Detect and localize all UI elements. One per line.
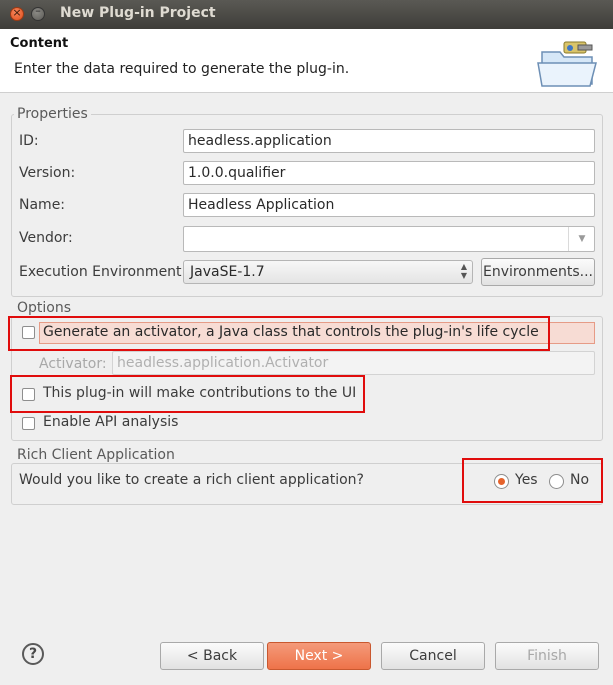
activator-field: headless.application.Activator [112,351,595,375]
rca-yes-highlight-box [462,458,603,503]
properties-legend: Properties [14,106,91,122]
spin-arrows-icon: ▲ ▼ [460,262,467,280]
vendor-combo[interactable] [183,226,595,252]
next-button[interactable]: Next > [267,642,371,670]
activator-highlight-box [8,316,550,351]
rca-legend: Rich Client Application [14,447,178,463]
environments-button[interactable]: Environments... [481,258,595,286]
execution-environment-value: JavaSE-1.7 [190,264,265,280]
vendor-label: Vendor: [19,230,73,246]
title-bar: × – New Plug-in Project [0,0,613,29]
finish-button: Finish [495,642,599,670]
version-field[interactable]: 1.0.0.qualifier [183,161,595,185]
id-field[interactable]: headless.application [183,129,595,153]
help-button[interactable]: ? [22,643,44,665]
name-field[interactable]: Headless Application [183,193,595,217]
activator-label: Activator: [39,356,107,372]
ui-contributions-highlight-box [10,375,365,413]
api-analysis-checkbox[interactable] [22,417,35,430]
rca-question: Would you like to create a rich client a… [19,472,364,488]
page-title: Content [10,36,69,51]
plugin-folder-icon [537,41,597,87]
execution-environment-label: Execution Environment: [19,264,187,280]
api-analysis-label[interactable]: Enable API analysis [43,414,178,430]
execution-environment-select[interactable]: JavaSE-1.7 ▲ ▼ [183,260,473,284]
options-legend: Options [14,300,75,316]
page-description: Enter the data required to generate the … [14,61,350,77]
minimize-icon: – [35,4,41,17]
back-button[interactable]: < Back [160,642,264,670]
close-icon: × [12,6,22,19]
cancel-button[interactable]: Cancel [381,642,485,670]
close-window-button[interactable]: × [10,6,24,21]
name-label: Name: [19,197,66,213]
version-label: Version: [19,165,76,181]
window-title: New Plug-in Project [60,5,216,21]
id-label: ID: [19,133,39,149]
vendor-dropdown-icon[interactable]: ▼ [568,227,595,251]
minimize-window-button[interactable]: – [31,4,45,21]
wizard-header: Content Enter the data required to gener… [0,29,613,93]
help-icon: ? [28,646,38,662]
